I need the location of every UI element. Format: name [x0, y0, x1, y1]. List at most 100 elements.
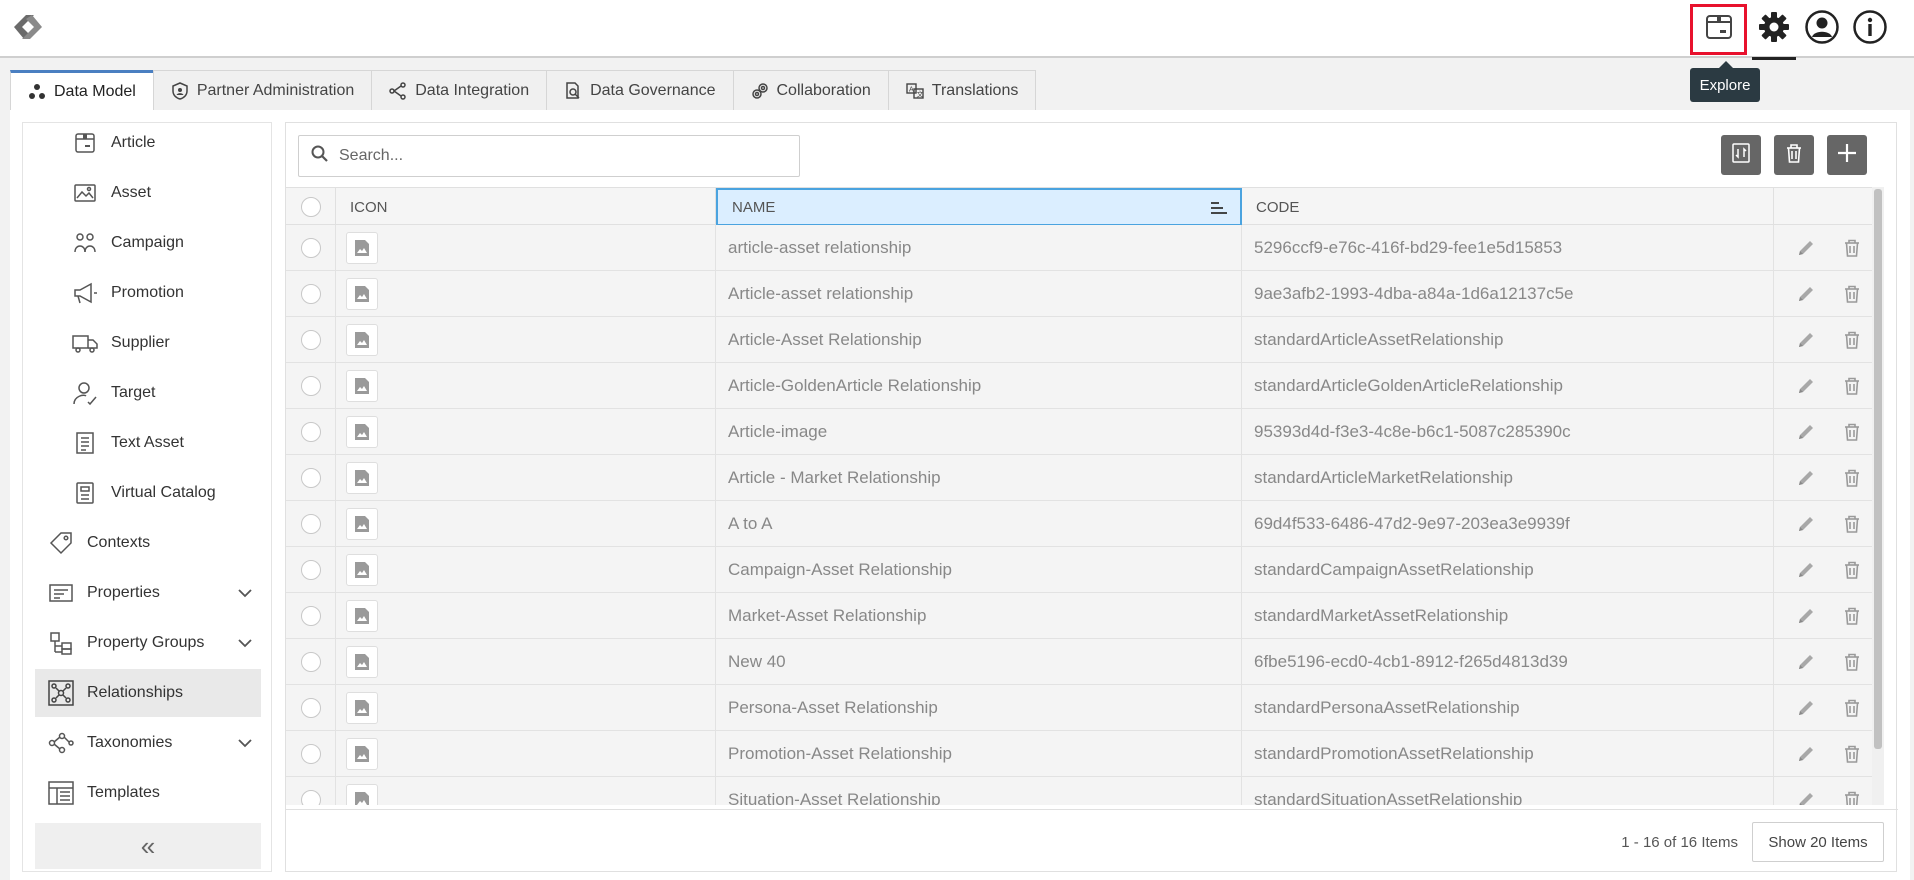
trash-icon[interactable]: [1840, 374, 1864, 398]
trash-icon[interactable]: [1840, 512, 1864, 536]
trash-icon[interactable]: [1840, 604, 1864, 628]
tab-data-governance[interactable]: Data Governance: [546, 70, 734, 110]
trash-icon[interactable]: [1840, 742, 1864, 766]
row-select-checkbox[interactable]: [300, 652, 321, 672]
row-select-checkbox[interactable]: [300, 514, 321, 534]
edit-icon[interactable]: [1794, 328, 1818, 352]
sidebar-item-relationships[interactable]: Relationships: [35, 669, 261, 717]
trash-icon[interactable]: [1840, 650, 1864, 674]
edit-icon[interactable]: [1794, 650, 1818, 674]
trash-icon[interactable]: [1840, 420, 1864, 444]
scrollbar-thumb[interactable]: [1874, 189, 1882, 749]
sidebar-item-article[interactable]: Article: [35, 119, 261, 167]
grid-scrollbar[interactable]: [1872, 187, 1884, 805]
plus-icon: [1836, 142, 1858, 169]
trash-icon[interactable]: [1840, 236, 1864, 260]
sidebar-item-virtual-catalog[interactable]: Virtual Catalog: [35, 469, 261, 517]
row-select-checkbox[interactable]: [300, 744, 321, 764]
sidebar-item-taxonomies[interactable]: Taxonomies: [35, 719, 261, 767]
table-row[interactable]: A to A 69d4f533-6486-47d2-9e97-203ea3e993…: [286, 501, 1884, 547]
row-select-checkbox[interactable]: [300, 790, 321, 805]
page-size-button[interactable]: Show 20 Items: [1752, 822, 1884, 862]
trash-icon[interactable]: [1840, 788, 1864, 805]
row-select-checkbox[interactable]: [300, 606, 321, 626]
column-header-icon[interactable]: ICON: [336, 188, 716, 226]
table-row[interactable]: Situation-Asset Relationship standardSitu…: [286, 777, 1884, 805]
sidebar-item-properties[interactable]: Properties: [35, 569, 261, 617]
add-button[interactable]: [1827, 135, 1867, 175]
table-row[interactable]: Article-GoldenArticle Relationship standa…: [286, 363, 1884, 409]
trash-icon[interactable]: [1840, 466, 1864, 490]
tab-collaboration[interactable]: Collaboration: [732, 70, 889, 110]
trash-icon[interactable]: [1840, 282, 1864, 306]
row-select-checkbox[interactable]: [300, 376, 321, 396]
edit-icon[interactable]: [1794, 374, 1818, 398]
name-cell: Article-Asset Relationship: [716, 317, 1242, 363]
edit-icon[interactable]: [1794, 604, 1818, 628]
tab-data-integration[interactable]: Data Integration: [371, 70, 548, 110]
sidebar-item-text-asset[interactable]: Text Asset: [35, 419, 261, 467]
row-select-checkbox[interactable]: [300, 560, 321, 580]
sidebar-item-target[interactable]: Target: [35, 369, 261, 417]
edit-icon[interactable]: [1794, 282, 1818, 306]
row-select-checkbox[interactable]: [300, 698, 321, 718]
table-row[interactable]: article-asset relationship 5296ccf9-e76c-…: [286, 225, 1884, 271]
search-input[interactable]: [339, 147, 779, 165]
logo-icon[interactable]: [4, 8, 52, 46]
tab-translations[interactable]: A文 Translations: [887, 70, 1037, 110]
edit-icon[interactable]: [1794, 558, 1818, 582]
explore-button[interactable]: [1690, 4, 1747, 55]
edit-icon[interactable]: [1794, 696, 1818, 720]
relationship-name: Article-GoldenArticle Relationship: [728, 376, 982, 395]
user-button[interactable]: [1798, 4, 1846, 54]
tab-partner-administration[interactable]: Partner Administration: [152, 70, 373, 110]
sidebar-item-supplier[interactable]: Supplier: [35, 319, 261, 367]
sidebar-item-asset[interactable]: Asset: [35, 169, 261, 217]
chevron-down-icon[interactable]: [237, 735, 253, 756]
row-select-checkbox[interactable]: [300, 422, 321, 442]
sidebar-item-contexts[interactable]: Contexts: [35, 519, 261, 567]
column-header-code[interactable]: CODE: [1242, 188, 1774, 226]
edit-icon[interactable]: [1794, 420, 1818, 444]
settings-button[interactable]: [1750, 4, 1798, 60]
table-row[interactable]: Article-image 95393d4d-f3e3-4c8e-b6c1-508…: [286, 409, 1884, 455]
select-all-cell: [286, 188, 336, 226]
sidebar-item-promotion[interactable]: Promotion: [35, 269, 261, 317]
row-select-checkbox[interactable]: [300, 284, 321, 304]
select-all-checkbox[interactable]: [300, 197, 321, 217]
name-cell: Article-GoldenArticle Relationship: [716, 363, 1242, 409]
tab-data-model[interactable]: Data Model: [10, 70, 154, 110]
table-row[interactable]: Campaign-Asset Relationship standardCampa…: [286, 547, 1884, 593]
row-select-checkbox[interactable]: [300, 330, 321, 350]
edit-icon[interactable]: [1794, 788, 1818, 805]
sidebar-item-templates[interactable]: Templates: [35, 769, 261, 817]
chevron-down-icon[interactable]: [237, 585, 253, 606]
trash-icon[interactable]: [1840, 558, 1864, 582]
column-menu-icon[interactable]: [1210, 200, 1228, 220]
table-row[interactable]: Persona-Asset Relationship standardPerson…: [286, 685, 1884, 731]
column-header-name[interactable]: NAME: [716, 188, 1242, 226]
table-row[interactable]: Market-Asset Relationship standardMarketA…: [286, 593, 1884, 639]
edit-icon[interactable]: [1794, 236, 1818, 260]
row-select-cell: [286, 593, 336, 639]
table-row[interactable]: New 40 6fbe5196-ecd0-4cb1-8912-f265d4813d…: [286, 639, 1884, 685]
sidebar-item-property-groups[interactable]: Property Groups: [35, 619, 261, 667]
trash-icon[interactable]: [1840, 696, 1864, 720]
chevron-down-icon[interactable]: [237, 635, 253, 656]
table-row[interactable]: Promotion-Asset Relationship standardProm…: [286, 731, 1884, 777]
table-row[interactable]: Article-Asset Relationship standardArticl…: [286, 317, 1884, 363]
sidebar-item-campaign[interactable]: Campaign: [35, 219, 261, 267]
edit-icon[interactable]: [1794, 742, 1818, 766]
edit-icon[interactable]: [1794, 466, 1818, 490]
collapse-sidebar-button[interactable]: «: [35, 823, 261, 869]
table-row[interactable]: Article-asset relationship 9ae3afb2-1993-…: [286, 271, 1884, 317]
trash-icon[interactable]: [1840, 328, 1864, 352]
info-button[interactable]: [1846, 4, 1894, 54]
refresh-button[interactable]: [1721, 135, 1761, 175]
name-cell: article-asset relationship: [716, 225, 1242, 271]
table-row[interactable]: Article - Market Relationship standardArt…: [286, 455, 1884, 501]
row-select-checkbox[interactable]: [300, 468, 321, 488]
edit-icon[interactable]: [1794, 512, 1818, 536]
row-select-checkbox[interactable]: [300, 238, 321, 258]
delete-selected-button[interactable]: [1774, 135, 1814, 175]
